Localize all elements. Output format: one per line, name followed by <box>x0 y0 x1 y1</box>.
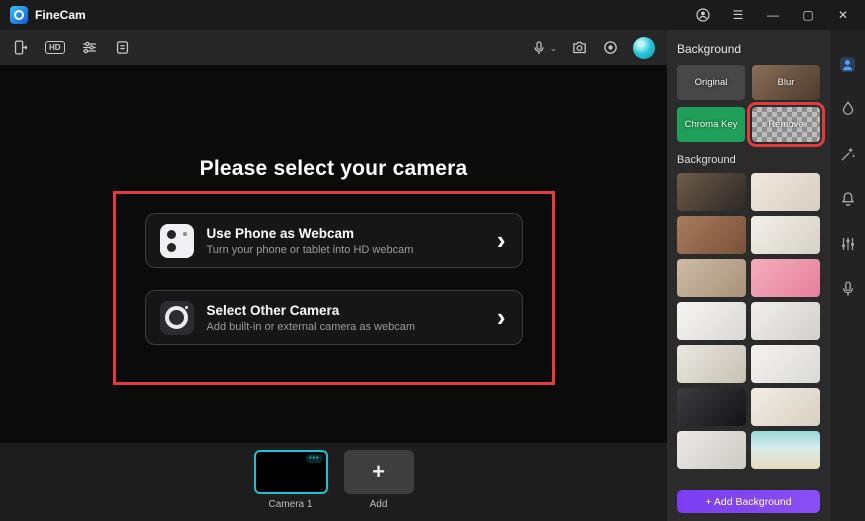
background-thumb-white-brick-plants[interactable] <box>751 216 820 254</box>
background-thumb-beach[interactable] <box>751 431 820 469</box>
background-thumb-bedroom[interactable] <box>751 388 820 426</box>
camera-options-badge[interactable]: ••• <box>306 454 323 463</box>
mode-chroma-key-button[interactable]: Chroma Key <box>677 107 745 142</box>
mode-original-button[interactable]: Original <box>677 65 745 100</box>
background-thumbnails-grid <box>677 173 820 484</box>
background-section-label: Background <box>677 154 736 166</box>
microphone-select[interactable]: ⌄ <box>531 40 557 56</box>
snapshot-camera-icon[interactable] <box>571 39 588 56</box>
use-phone-as-webcam-card[interactable]: Use Phone as Webcam Turn your phone or t… <box>144 213 523 268</box>
card-subtitle: Turn your phone or tablet into HD webcam <box>206 243 414 256</box>
card-subtitle: Add built-in or external camera as webca… <box>206 320 415 333</box>
maximize-button[interactable]: ▢ <box>794 4 822 26</box>
lens-camera-icon <box>159 300 194 335</box>
mode-label: Chroma Key <box>684 119 738 130</box>
background-thumb-dark-doorway[interactable] <box>677 388 746 426</box>
select-camera-heading: Please select your camera <box>199 157 468 180</box>
camera-preview-area: Please select your camera Use Phone as W… <box>0 65 667 443</box>
background-thumb-plant-room[interactable] <box>677 345 746 383</box>
account-icon[interactable] <box>689 4 717 26</box>
mode-label: Remove <box>768 119 804 130</box>
camera-filmstrip: ••• Camera 1 + Add <box>0 443 667 521</box>
panel-title: Background <box>677 42 742 56</box>
background-mode-grid: Original Blur Chroma Key Remove <box>677 65 825 147</box>
adjust-filters-icon[interactable] <box>81 39 98 56</box>
background-thumb-cream-wall[interactable] <box>751 173 820 211</box>
adjust-sliders-icon[interactable] <box>838 234 858 254</box>
card-title: Use Phone as Webcam <box>206 225 355 241</box>
background-thumb-white-desk-room[interactable] <box>751 345 820 383</box>
background-thumb-pink-flowers[interactable] <box>751 259 820 297</box>
background-thumb-bright-interior[interactable] <box>751 302 820 340</box>
audio-mic-icon[interactable] <box>838 279 858 299</box>
background-panel: Background Original Blur Chroma Key Remo… <box>667 30 830 521</box>
app-name: FineCam <box>35 8 86 22</box>
appearance-drop-icon[interactable] <box>838 99 858 119</box>
mode-label: Original <box>694 77 728 88</box>
background-thumb-gray-wall[interactable] <box>677 431 746 469</box>
card-title: Select Other Camera <box>206 302 340 318</box>
connect-phone-icon[interactable] <box>12 39 29 56</box>
beautify-wand-icon[interactable] <box>838 144 858 164</box>
hd-badge-label: HD <box>45 40 65 55</box>
phone-camera-icon <box>159 223 194 258</box>
notes-icon[interactable] <box>114 39 131 56</box>
background-thumb-white-shelf[interactable] <box>677 302 746 340</box>
add-camera-button[interactable]: + <box>343 450 414 494</box>
minimize-button[interactable]: — <box>759 4 787 26</box>
virtual-camera-active-icon[interactable] <box>633 36 655 59</box>
card-text: Use Phone as Webcam Turn your phone or t… <box>207 226 414 256</box>
camera-1-item: ••• Camera 1 <box>253 450 328 510</box>
mode-remove-button[interactable]: Remove <box>747 102 825 147</box>
camera-1-thumbnail[interactable]: ••• <box>253 450 328 494</box>
add-camera-item: + Add <box>343 450 414 510</box>
camera-option-cards: Use Phone as Webcam Turn your phone or t… <box>144 213 523 345</box>
mode-label: Blur <box>777 77 795 88</box>
close-button[interactable]: ✕ <box>829 4 857 26</box>
add-camera-label: Add <box>369 499 388 510</box>
add-background-button[interactable]: + Add Background <box>677 490 820 513</box>
app-window: FineCam ☰ — ▢ ✕ HD ⌄ Please select your … <box>0 0 865 521</box>
record-icon[interactable] <box>602 39 619 56</box>
toolbar-right-group: ⌄ <box>531 36 655 59</box>
chevron-right-icon[interactable]: › <box>497 304 506 330</box>
stickers-bell-icon[interactable] <box>838 189 858 209</box>
chevron-right-icon[interactable]: › <box>497 227 506 253</box>
toolbar: HD ⌄ <box>0 30 667 65</box>
background-thumb-brick-wall[interactable] <box>677 216 746 254</box>
select-other-camera-card[interactable]: Select Other Camera Add built-in or exte… <box>144 290 523 345</box>
card-text: Select Other Camera Add built-in or exte… <box>207 303 415 333</box>
window-body: HD ⌄ Please select your camera Use Phone… <box>0 30 865 521</box>
avatar-tab-icon[interactable] <box>838 54 858 74</box>
mode-blur-button[interactable]: Blur <box>752 65 820 100</box>
background-thumb-desk-by-window[interactable] <box>677 173 746 211</box>
main-column: HD ⌄ Please select your camera Use Phone… <box>0 30 667 521</box>
app-logo-icon <box>10 6 28 24</box>
hd-quality-icon[interactable]: HD <box>45 40 65 55</box>
background-thumb-photo-collage-wall[interactable] <box>677 259 746 297</box>
menu-icon[interactable]: ☰ <box>724 4 752 26</box>
titlebar: FineCam ☰ — ▢ ✕ <box>0 0 865 30</box>
camera-1-label: Camera 1 <box>268 499 313 510</box>
mic-dropdown-chevron-icon[interactable]: ⌄ <box>549 43 557 56</box>
right-icon-rail <box>830 30 865 521</box>
